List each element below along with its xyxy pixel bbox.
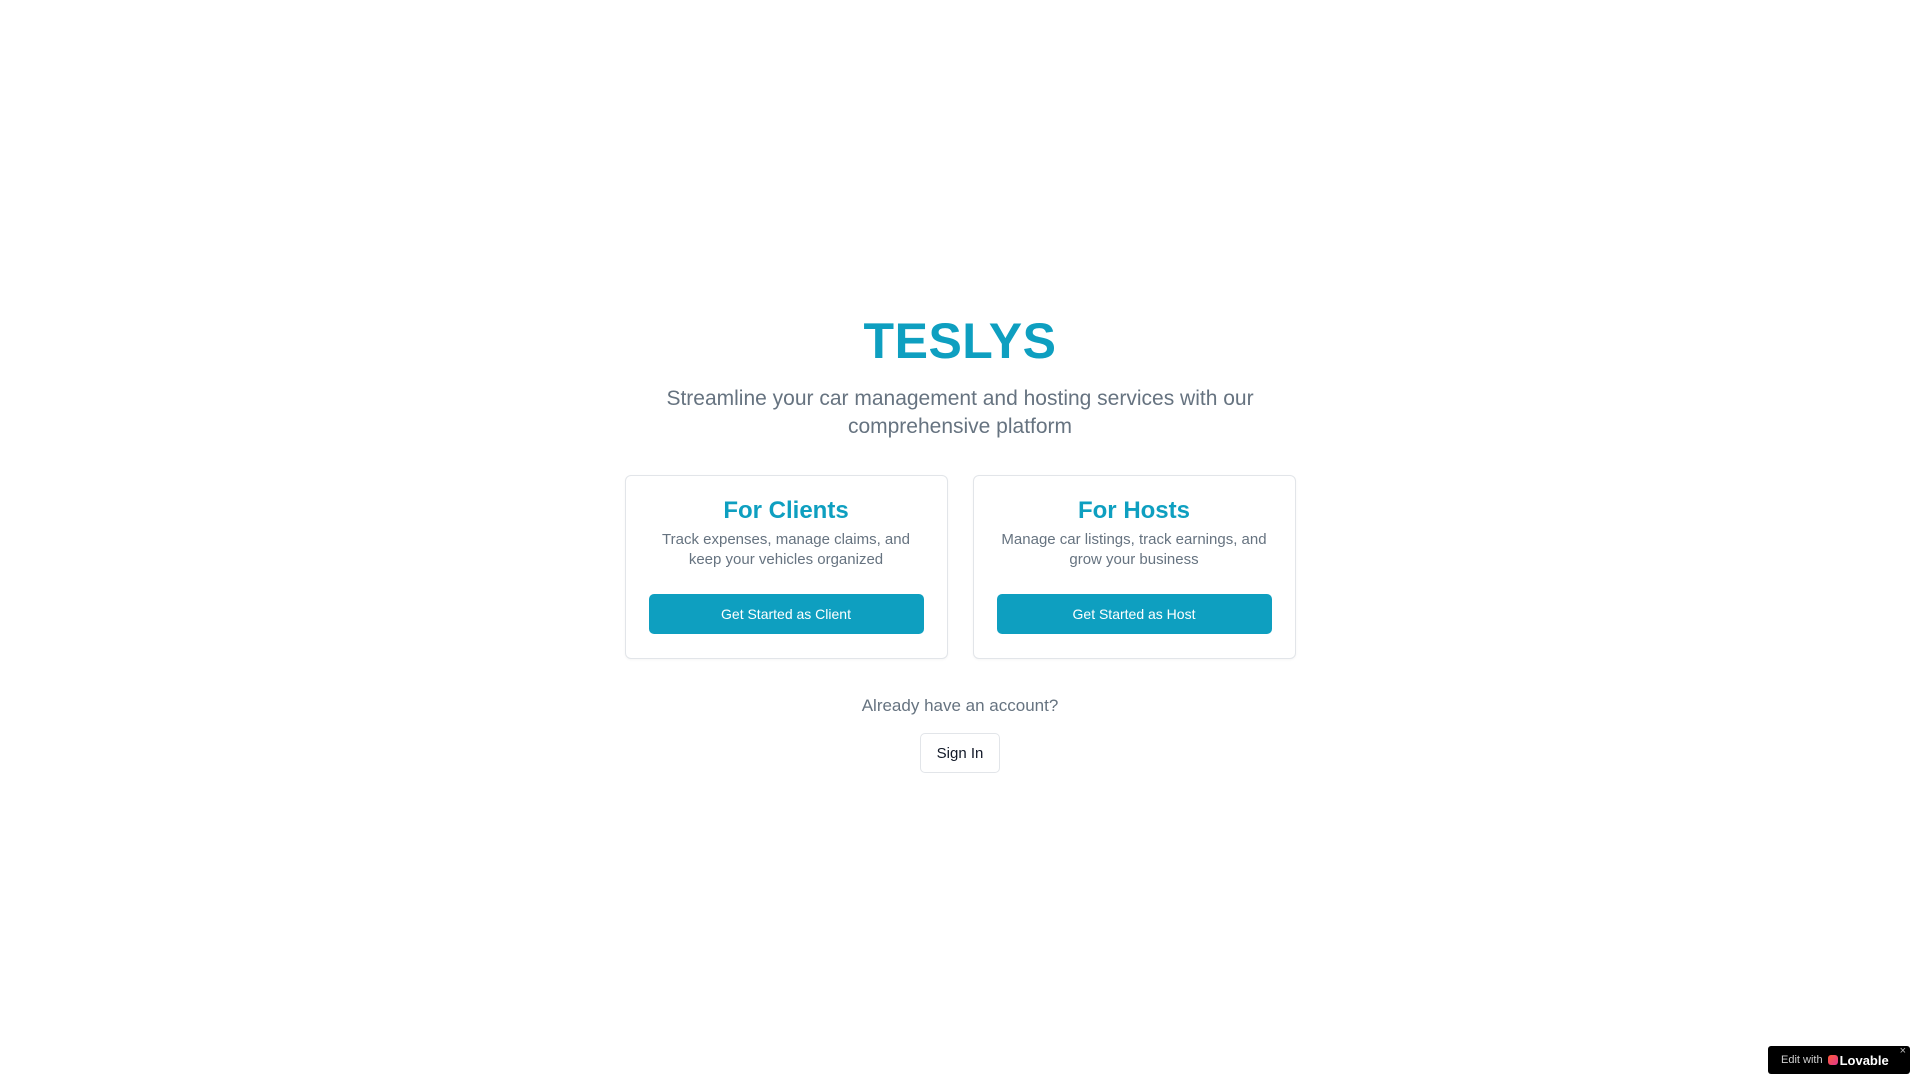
get-started-client-button[interactable]: Get Started as Client [648, 594, 924, 634]
host-card: For Hosts Manage car listings, track ear… [972, 475, 1296, 659]
host-card-title: For Hosts [1077, 497, 1190, 524]
role-cards: For Clients Track expenses, manage claim… [624, 475, 1296, 659]
close-icon[interactable]: × [1900, 1045, 1906, 1057]
client-card-description: Track expenses, manage claims, and keep … [662, 531, 910, 568]
lovable-heart-icon [1827, 1055, 1838, 1065]
hero-section: TESLYS Streamline your car management an… [0, 305, 1920, 773]
badge-prefix-text: Edit with [1781, 1054, 1823, 1066]
signin-prompt: Already have an account? [861, 696, 1059, 715]
tagline: Streamline your car management and hosti… [666, 387, 1254, 438]
brand-title: TESLYS [863, 313, 1057, 369]
landing-page: TESLYS Streamline your car management an… [0, 0, 1920, 1080]
sign-in-button[interactable]: Sign In [919, 733, 1001, 773]
badge-brand-text: Lovable [1839, 1052, 1889, 1068]
client-card-title: For Clients [723, 497, 849, 524]
get-started-host-button[interactable]: Get Started as Host [996, 594, 1272, 634]
client-card: For Clients Track expenses, manage claim… [624, 475, 948, 659]
lovable-badge[interactable]: Edit with Lovable × [1768, 1045, 1910, 1074]
host-card-description: Manage car listings, track earnings, and… [1001, 531, 1267, 568]
